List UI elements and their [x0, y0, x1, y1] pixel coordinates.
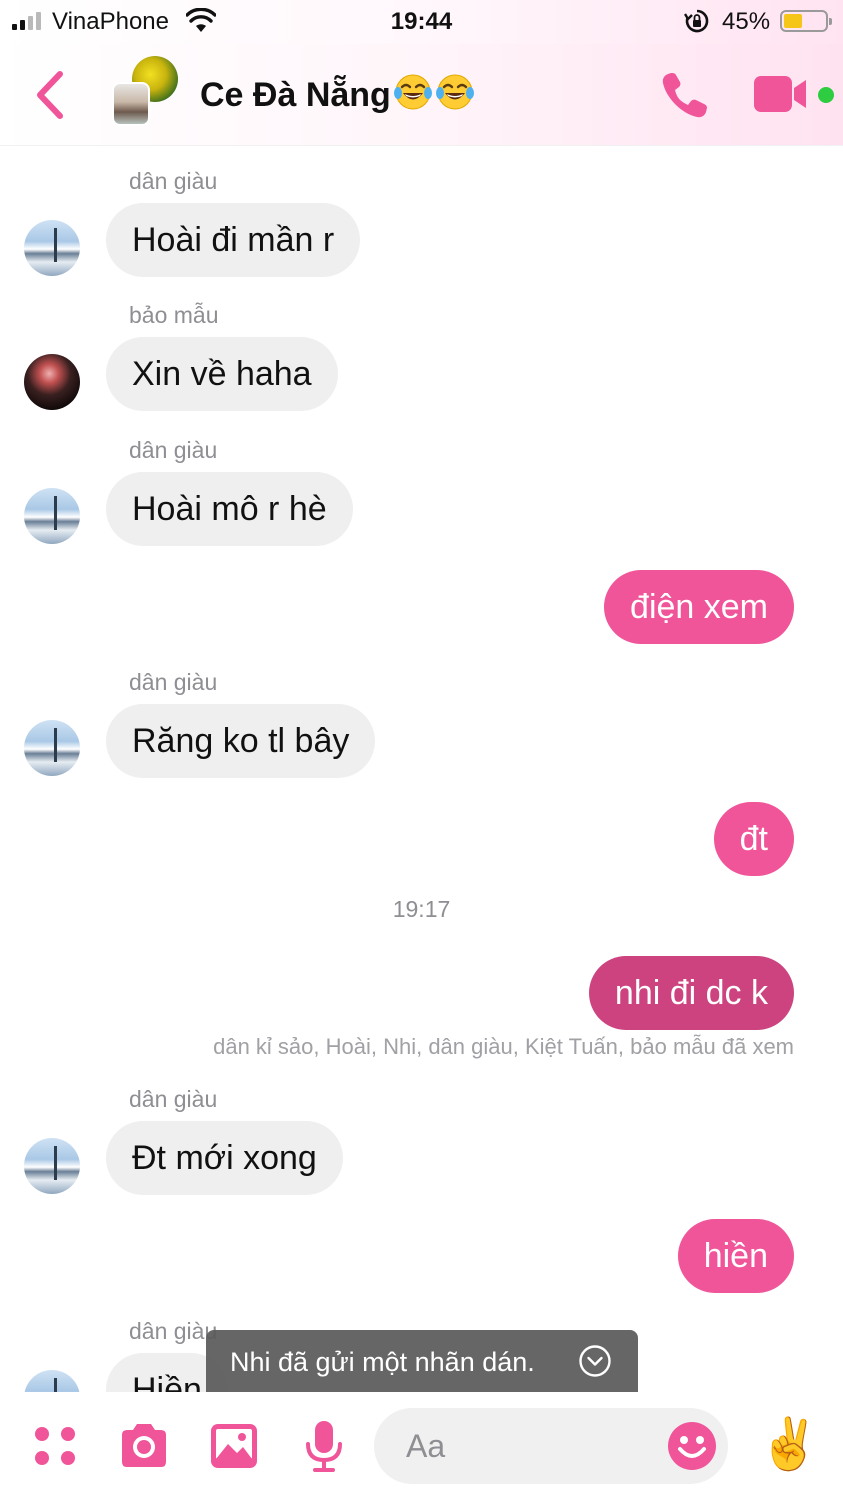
outgoing-message-bubble[interactable]: điện xem: [604, 570, 794, 644]
read-receipt[interactable]: dân kỉ sảo, Hoài, Nhi, dân giàu, Kiệt Tu…: [213, 1034, 794, 1060]
status-time: 19:44: [390, 8, 453, 35]
conversation-title-text: Ce Đà Nẵng: [200, 76, 391, 114]
victory-hand-icon[interactable]: ✌️: [758, 1412, 820, 1476]
rotation-lock-icon: [684, 9, 709, 33]
sender-name: dân giàu: [129, 1318, 218, 1344]
incoming-message-bubble[interactable]: Hoài mô r hè: [106, 472, 353, 546]
online-status-dot: [818, 87, 834, 103]
sender-avatar[interactable]: [24, 488, 80, 544]
timestamp-separator: 19:17: [392, 896, 451, 922]
message-list[interactable]: dân giàu Hoài đi mần r bảo mẫu Xin về ha…: [0, 146, 843, 1392]
outgoing-message-bubble[interactable]: nhi đi dc k: [588, 956, 794, 1030]
outgoing-message-bubble[interactable]: đt: [713, 802, 794, 876]
status-bar: VinaPhone 19:44 45%: [0, 0, 843, 44]
group-avatar-photo-2: [112, 82, 150, 126]
tears-of-joy-emoji-icon: [435, 74, 474, 110]
sender-name: bảo mẫu: [129, 302, 219, 328]
group-avatar[interactable]: [112, 56, 182, 128]
sender-avatar[interactable]: [24, 1138, 80, 1194]
chevron-down-circle-icon[interactable]: [578, 1344, 612, 1378]
sender-name: dân giàu: [129, 1086, 218, 1112]
incoming-message-bubble[interactable]: Xin về haha: [106, 337, 338, 411]
sender-name: dân giàu: [129, 669, 218, 695]
gallery-icon[interactable]: [206, 1418, 262, 1474]
battery-icon: [780, 10, 832, 32]
sender-avatar[interactable]: [24, 1370, 80, 1392]
conversation-header: Ce Đà Nẵng: [0, 44, 843, 146]
back-button[interactable]: [30, 68, 74, 122]
sender-name: dân giàu: [129, 437, 218, 463]
sender-avatar[interactable]: [24, 354, 80, 410]
incoming-message-bubble[interactable]: Hoài đi mần r: [106, 203, 361, 277]
sender-name: dân giàu: [129, 168, 218, 194]
camera-icon[interactable]: [116, 1418, 172, 1474]
outgoing-message-bubble[interactable]: hiền: [677, 1219, 794, 1293]
battery-level: [784, 14, 802, 28]
sender-avatar[interactable]: [24, 720, 80, 776]
new-sticker-toast[interactable]: Nhi đã gửi một nhãn dán.: [206, 1330, 638, 1394]
emoji-icon[interactable]: [666, 1420, 718, 1472]
tears-of-joy-emoji-icon: [393, 74, 432, 110]
conversation-title[interactable]: Ce Đà Nẵng: [200, 72, 475, 115]
battery-percentage: 45%: [722, 8, 771, 35]
incoming-message-bubble[interactable]: Đt mới xong: [106, 1121, 343, 1195]
sender-avatar[interactable]: [24, 220, 80, 276]
incoming-message-bubble[interactable]: Răng ko tl bây: [106, 704, 376, 778]
microphone-icon[interactable]: [296, 1418, 352, 1474]
video-call-icon[interactable]: [752, 72, 814, 116]
message-composer: ✌️: [0, 1392, 843, 1499]
more-apps-icon[interactable]: [28, 1418, 84, 1474]
toast-text: Nhi đã gửi một nhãn dán.: [230, 1347, 535, 1377]
phone-call-icon[interactable]: [656, 68, 712, 124]
